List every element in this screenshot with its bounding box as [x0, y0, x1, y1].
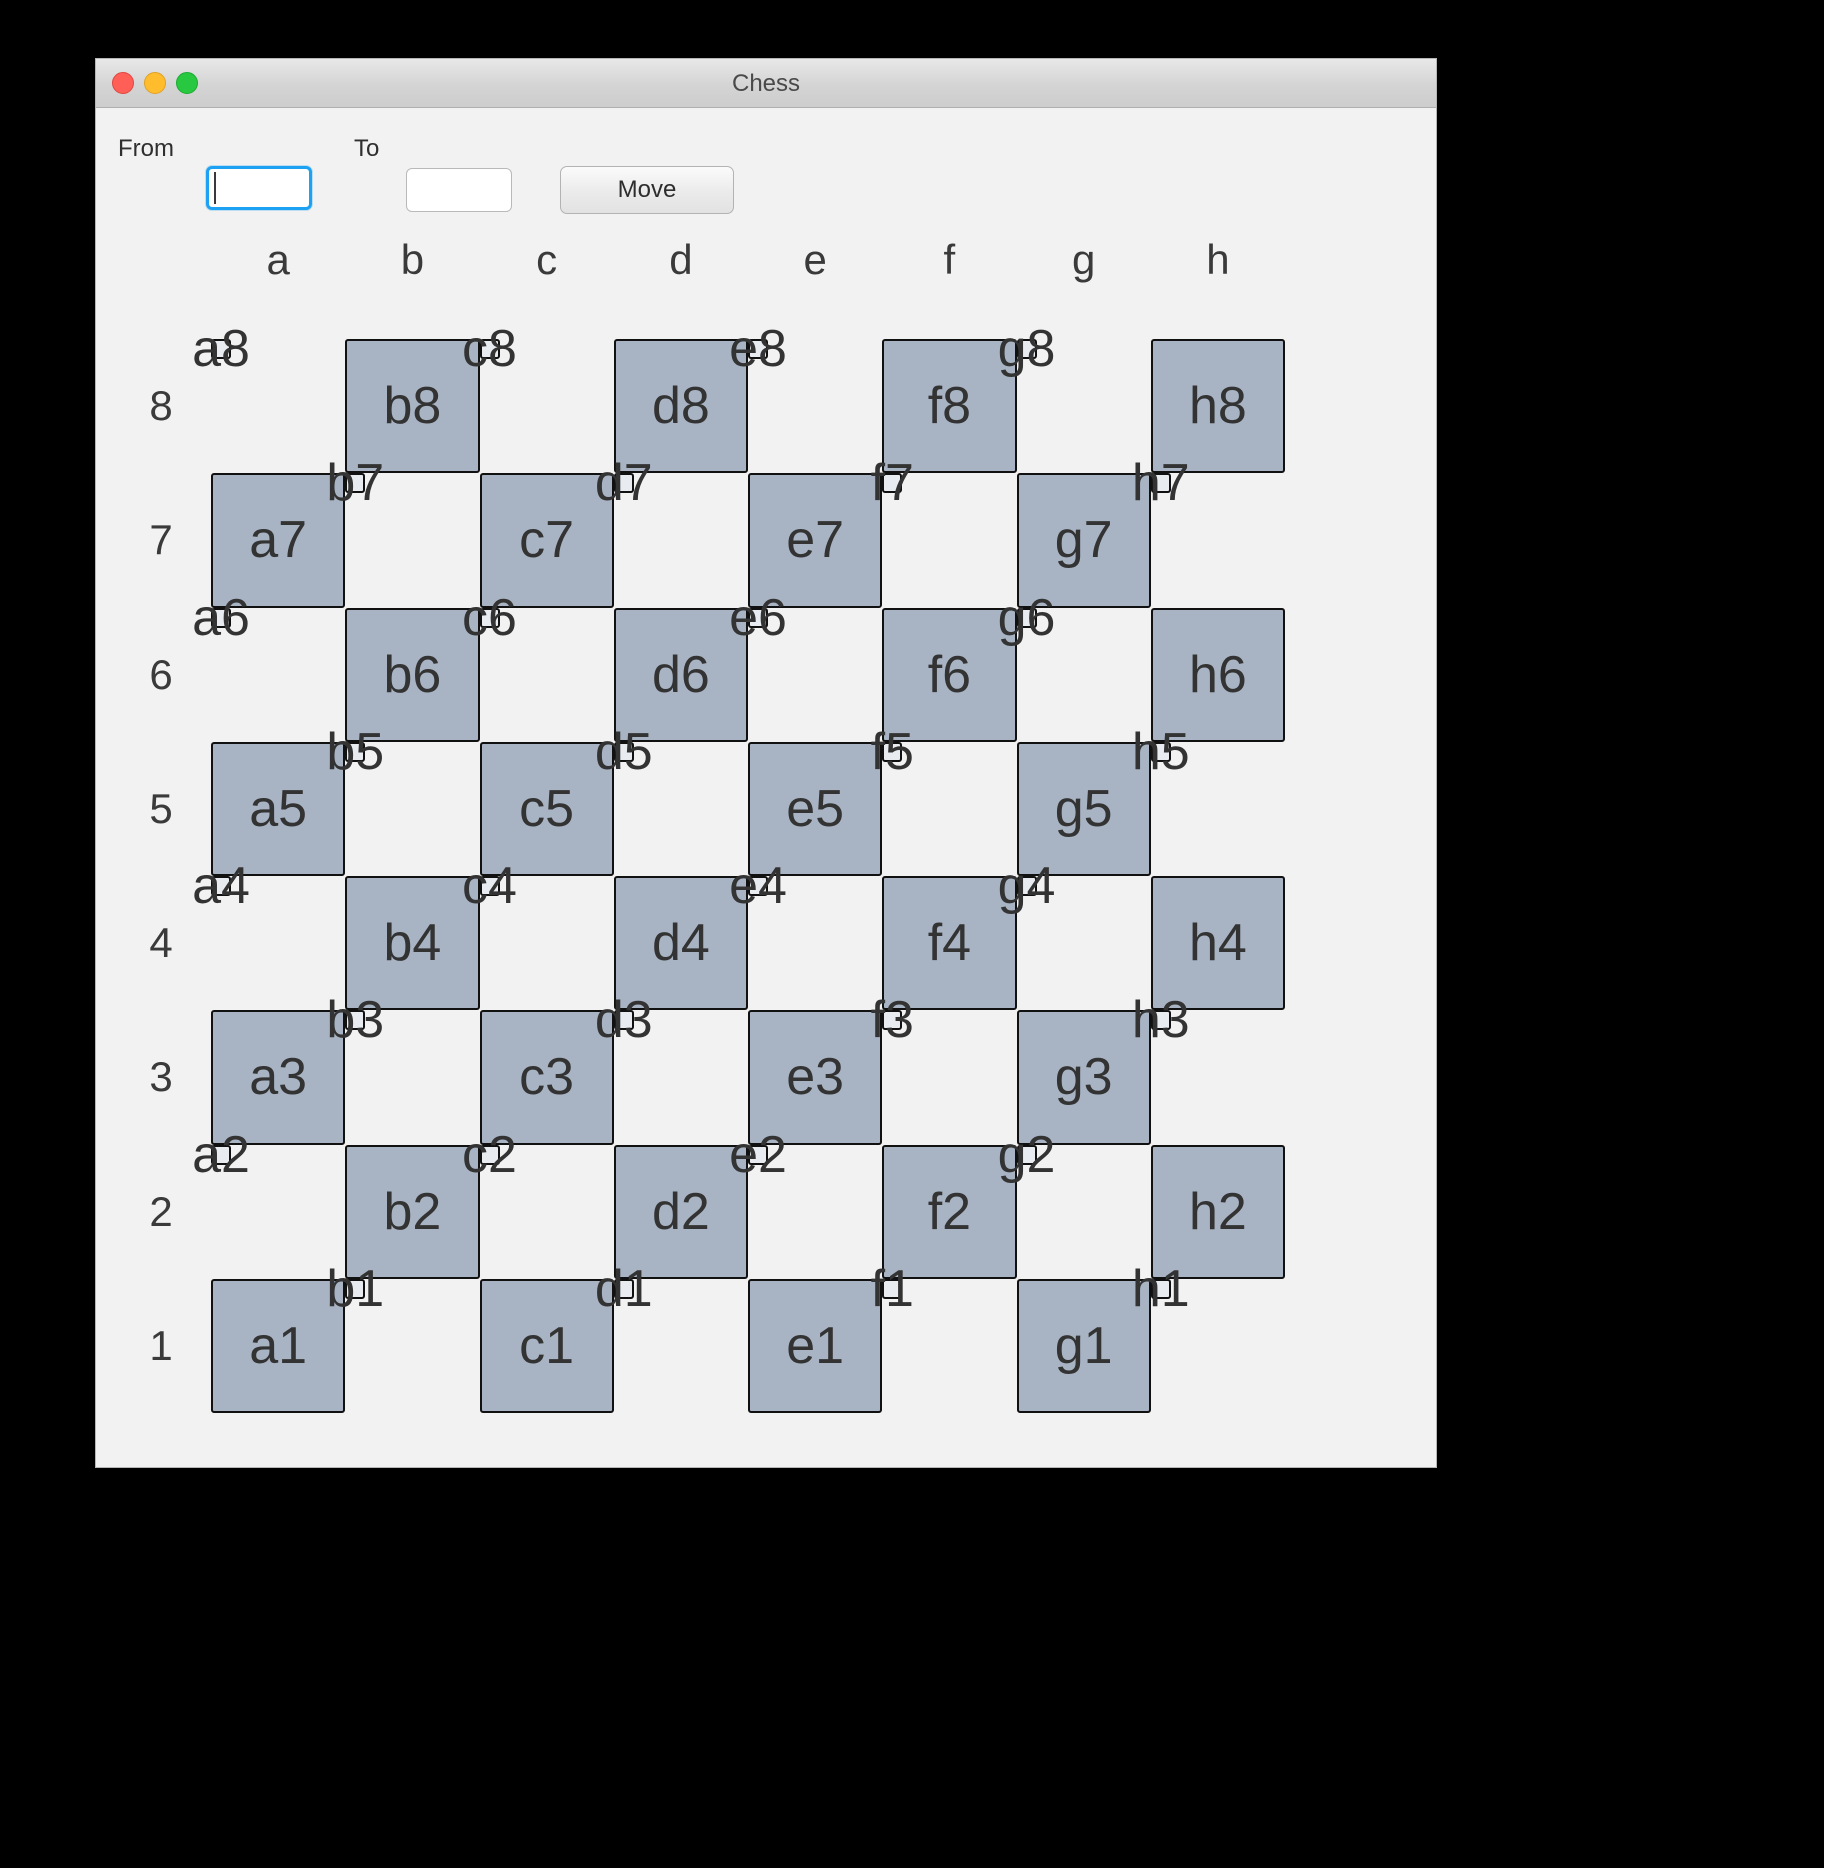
file-label-e: e — [803, 236, 827, 283]
rank-label-8: 8 — [149, 382, 173, 430]
board-square-e4[interactable]: e4 — [729, 857, 787, 915]
rank-labels: 8 7 6 5 4 3 2 1 — [126, 339, 196, 1413]
board-square-a2[interactable]: a2 — [192, 1126, 250, 1184]
board-square-c2[interactable]: c2 — [462, 1126, 517, 1184]
file-label-g: g — [1071, 236, 1096, 283]
board-square-e6[interactable]: e6 — [729, 589, 787, 647]
to-label: To — [354, 135, 380, 162]
board-square-a4[interactable]: a4 — [192, 857, 250, 915]
rank-label-6: 6 — [149, 650, 173, 698]
screen: Chess From To Move a b c d e f g h 8 7 6 5 4 3 2 1 a8 b… — [0, 0, 1824, 1868]
board-square-f3[interactable]: f3 — [871, 991, 914, 1049]
board-square-e1[interactable]: e1 — [748, 1278, 883, 1413]
move-button[interactable]: Move — [560, 166, 734, 214]
board-square-b5[interactable]: b5 — [326, 723, 384, 781]
to-input[interactable] — [406, 168, 512, 212]
board-square-c4[interactable]: c4 — [462, 857, 517, 915]
board-square-f1[interactable]: f1 — [871, 1260, 914, 1318]
chess-window: Chess From To Move a b c d e f g h 8 7 6 5 4 3 2 1 a8 b… — [95, 58, 1437, 1468]
board-square-g1[interactable]: g1 — [1016, 1278, 1151, 1413]
file-label-a: a — [266, 236, 290, 283]
board-square-e8[interactable]: e8 — [729, 320, 787, 378]
window-titlebar: Chess — [96, 59, 1436, 108]
file-label-c: c — [536, 236, 558, 283]
board-square-h7[interactable]: h7 — [1132, 454, 1190, 512]
file-labels: a b c d e f g h — [211, 236, 1285, 284]
board-square-b3[interactable]: b3 — [326, 991, 384, 1049]
move-toolbar: From To Move — [96, 108, 1436, 214]
file-label-h: h — [1206, 236, 1230, 283]
board-square-h3[interactable]: h3 — [1132, 991, 1190, 1049]
rank-label-4: 4 — [149, 919, 173, 967]
file-label-b: b — [400, 236, 425, 283]
board-square-f7[interactable]: f7 — [871, 454, 914, 512]
board-square-g4[interactable]: g4 — [998, 857, 1056, 915]
rank-label-3: 3 — [149, 1053, 173, 1101]
board-square-a8[interactable]: a8 — [192, 320, 250, 378]
board-square-b7[interactable]: b7 — [326, 454, 384, 512]
board-square-h5[interactable]: h5 — [1132, 723, 1190, 781]
rank-label-5: 5 — [149, 784, 173, 832]
window-title: Chess — [731, 70, 801, 97]
board-square-g2[interactable]: g2 — [998, 1126, 1056, 1184]
board-square-g8[interactable]: g8 — [998, 320, 1056, 378]
board-square-d5[interactable]: d5 — [595, 723, 653, 781]
from-input[interactable] — [206, 166, 312, 210]
board-square-d3[interactable]: d3 — [595, 991, 653, 1049]
board-square-f5[interactable]: f5 — [871, 723, 914, 781]
board-square-a1[interactable]: a1 — [211, 1278, 346, 1413]
board-square-a6[interactable]: a6 — [192, 589, 250, 647]
rank-label-7: 7 — [149, 516, 173, 564]
rank-label-2: 2 — [149, 1187, 173, 1235]
text-caret — [214, 172, 216, 204]
from-label: From — [118, 135, 174, 162]
board-square-d1[interactable]: d1 — [595, 1260, 653, 1318]
board-square-b1[interactable]: b1 — [326, 1260, 384, 1318]
chess-board[interactable]: a8 b8 c8 d8 e8 f8 g8 h8 a7 b7 c7 d7 e7 f7 g7 h7 a6 b6 c6 d6… — [192, 320, 1285, 1413]
board-square-c8[interactable]: c8 — [462, 320, 517, 378]
board-square-e2[interactable]: e2 — [729, 1126, 787, 1184]
board-square-h1[interactable]: h1 — [1132, 1260, 1190, 1318]
board-square-c6[interactable]: c6 — [462, 589, 517, 647]
board-square-g6[interactable]: g6 — [998, 589, 1056, 647]
file-label-f: f — [943, 236, 956, 283]
rank-label-1: 1 — [149, 1321, 173, 1369]
file-label-d: d — [669, 236, 693, 283]
board-square-d7[interactable]: d7 — [595, 454, 653, 512]
board-square-c1[interactable]: c1 — [479, 1278, 614, 1413]
